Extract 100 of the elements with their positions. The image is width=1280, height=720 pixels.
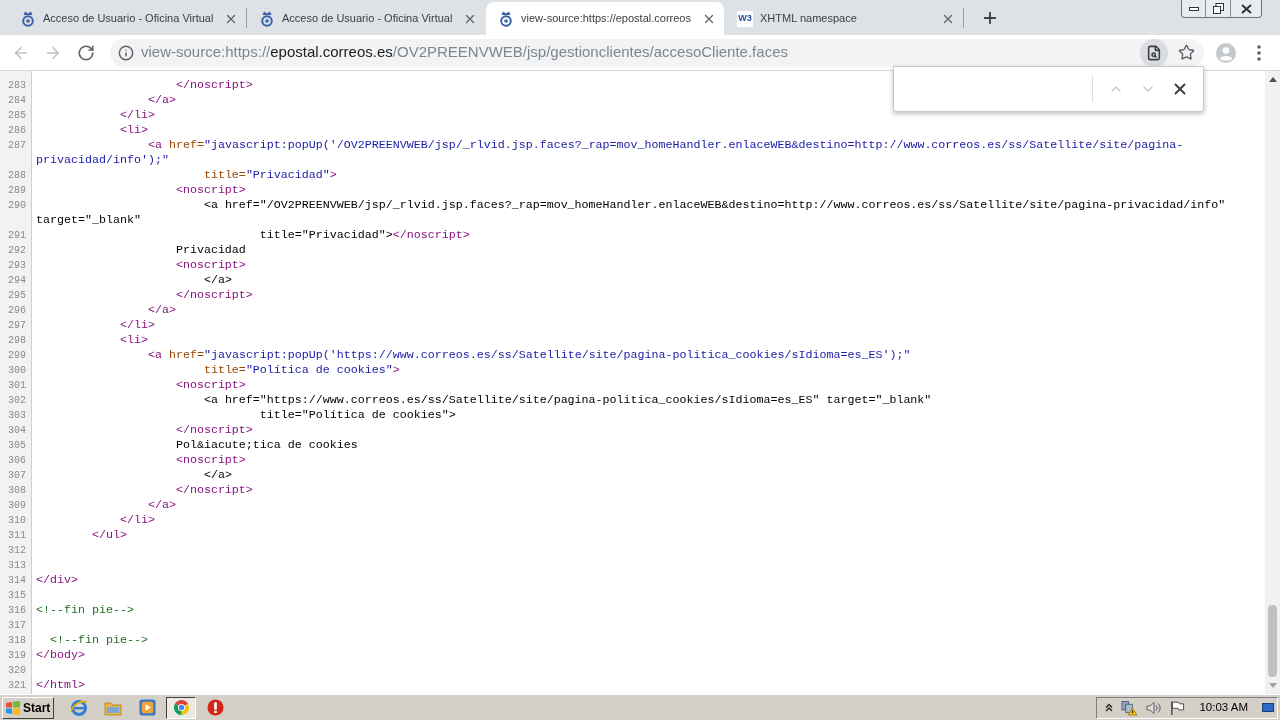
line-number: 311 [8, 529, 26, 543]
line-number: 305 [8, 439, 26, 453]
line-number: 288 [8, 169, 26, 183]
address-bar[interactable]: view-source:https://epostal.correos.es/OV2PREENVWEB/jsp/gestionclientes/accesoCliente.faces [110, 38, 1204, 67]
code-line: title="Privacidad"></noscript> [259, 228, 470, 242]
line-number: 318 [8, 634, 26, 648]
browser-tab[interactable]: W3 XHTML namespace [725, 2, 963, 35]
line-number: 290 [8, 199, 26, 213]
restore-icon [1212, 3, 1224, 14]
code-line: </li> [119, 513, 155, 527]
close-icon [1240, 3, 1252, 14]
network-warning-icon[interactable] [1121, 699, 1139, 716]
line-number: 306 [8, 454, 26, 468]
code-line: <a href="/OV2PREENVWEB/jsp/_rlvid.jsp.faces?_rap=mov_homeHandler.enlaceWEB&destino=http://www.correos.es/ss/Satellite/site/pagina-privacidad/info" target="_blank" [36, 198, 1227, 227]
avatar-icon [1216, 42, 1236, 63]
scrollbar-thumb[interactable] [1268, 605, 1277, 677]
line-number: 308 [8, 484, 26, 498]
code-line: <li> [119, 333, 148, 347]
code-line: <a href="javascript:popUp('https://www.correos.es/ss/Satellite/site/pagina-politica_cookies/sIdioma=es_ES');" [147, 348, 911, 362]
line-number: 314 [8, 574, 26, 588]
code-line: </noscript> [175, 78, 253, 92]
line-number: 283 [8, 79, 26, 93]
play-icon [138, 699, 156, 716]
star-icon [1177, 44, 1195, 61]
code-line: Pol&iacute;tica de cookies [175, 438, 358, 452]
line-number: 312 [8, 544, 26, 558]
line-number: 300 [8, 364, 26, 378]
code-line: </a> [147, 303, 176, 317]
line-number: 293 [8, 259, 26, 273]
emblem-icon [498, 10, 514, 27]
browser-tab[interactable]: view-source:https://epostal.correos [486, 2, 724, 35]
code-line: <!--fin pie--> [36, 603, 134, 617]
line-number: 303 [8, 409, 26, 423]
code-line: <!--fin pie--> [50, 633, 148, 647]
line-number: 316 [8, 604, 26, 618]
alert-icon [206, 699, 224, 716]
code-line: <a href="https://www.correos.es/ss/Satellite/site/pagina-politica_cookies/sIdioma=es_ES" target="_blank" [203, 393, 932, 407]
double-chevron-up-icon[interactable] [1105, 703, 1114, 712]
close-icon [1171, 80, 1189, 98]
line-number: 304 [8, 424, 26, 438]
code-line: <noscript> [175, 378, 246, 392]
line-number: 289 [8, 184, 26, 198]
code-line: </noscript> [175, 288, 253, 302]
code-line: <a href="javascript:popUp('/OV2PREENVWEB/jsp/_rlvid.jsp.faces?_rap=mov_homeHandler.enlaceWEB&destino=http://www.correos.es/ss/Satellite/site/pagina-privacidad/info');" [36, 138, 1184, 167]
code-line: title="Política de cookies"> [203, 363, 400, 377]
line-number: 291 [8, 229, 26, 243]
code-line: </noscript> [175, 483, 253, 497]
code-line: </div> [36, 573, 78, 587]
emblem-icon [20, 10, 36, 27]
line-number: 296 [8, 304, 26, 318]
code-line: </li> [119, 318, 155, 332]
line-number: 287 [8, 139, 26, 153]
line-number: 310 [8, 514, 26, 528]
code-line: </a> [147, 93, 176, 107]
line-number: 315 [8, 589, 26, 603]
minimize-icon [1188, 6, 1199, 11]
speaker-icon[interactable] [1146, 699, 1163, 716]
browser-tab[interactable]: Acceso de Usuario - Oficina Virtual [247, 2, 485, 35]
caret-up-icon[interactable] [1268, 77, 1277, 82]
code-line: <noscript> [175, 183, 246, 197]
line-number: 319 [8, 649, 26, 663]
line-number: 302 [8, 394, 26, 408]
line-number: 309 [8, 499, 26, 513]
code-line: <noscript> [175, 258, 246, 272]
line-number: 301 [8, 379, 26, 393]
clock[interactable]: 10:03 AM [1199, 698, 1248, 717]
line-number: 286 [8, 124, 26, 138]
taskbar-app-button[interactable] [166, 696, 196, 719]
code-line: </html> [36, 678, 85, 692]
start-button[interactable]: Start [2, 696, 54, 719]
code-line: </a> [203, 468, 232, 482]
info-icon[interactable] [118, 44, 134, 61]
line-number: 313 [8, 559, 26, 573]
reload-icon [77, 43, 95, 62]
line-number: 294 [8, 274, 26, 288]
flag-logo-icon [5, 699, 21, 716]
line-number: 295 [8, 289, 26, 303]
menu-icon [1257, 44, 1261, 61]
round-logo-icon [172, 699, 190, 716]
site-logo: W3 [737, 10, 753, 27]
find-in-page-button[interactable] [1140, 38, 1168, 67]
line-number: 298 [8, 334, 26, 348]
line-number: 320 [8, 664, 26, 678]
emblem-icon [259, 10, 275, 27]
browser-tab[interactable]: Acceso de Usuario - Oficina Virtual [8, 2, 246, 35]
code-line: title="Política de cookies"> [259, 408, 456, 422]
code-line: </noscript> [175, 423, 253, 437]
line-number: 297 [8, 319, 26, 333]
flag-icon[interactable] [1170, 699, 1186, 716]
code-line: <li> [119, 123, 148, 137]
line-number: 284 [8, 94, 26, 108]
code-line: </a> [147, 498, 176, 512]
code-line: </li> [119, 108, 155, 122]
line-number: 299 [8, 349, 26, 363]
code-line: </ul> [91, 528, 127, 542]
line-number: 292 [8, 244, 26, 258]
browser-icon [70, 698, 88, 717]
line-number: 307 [8, 469, 26, 483]
code-line: <noscript> [175, 453, 246, 467]
plus-icon [981, 9, 999, 27]
